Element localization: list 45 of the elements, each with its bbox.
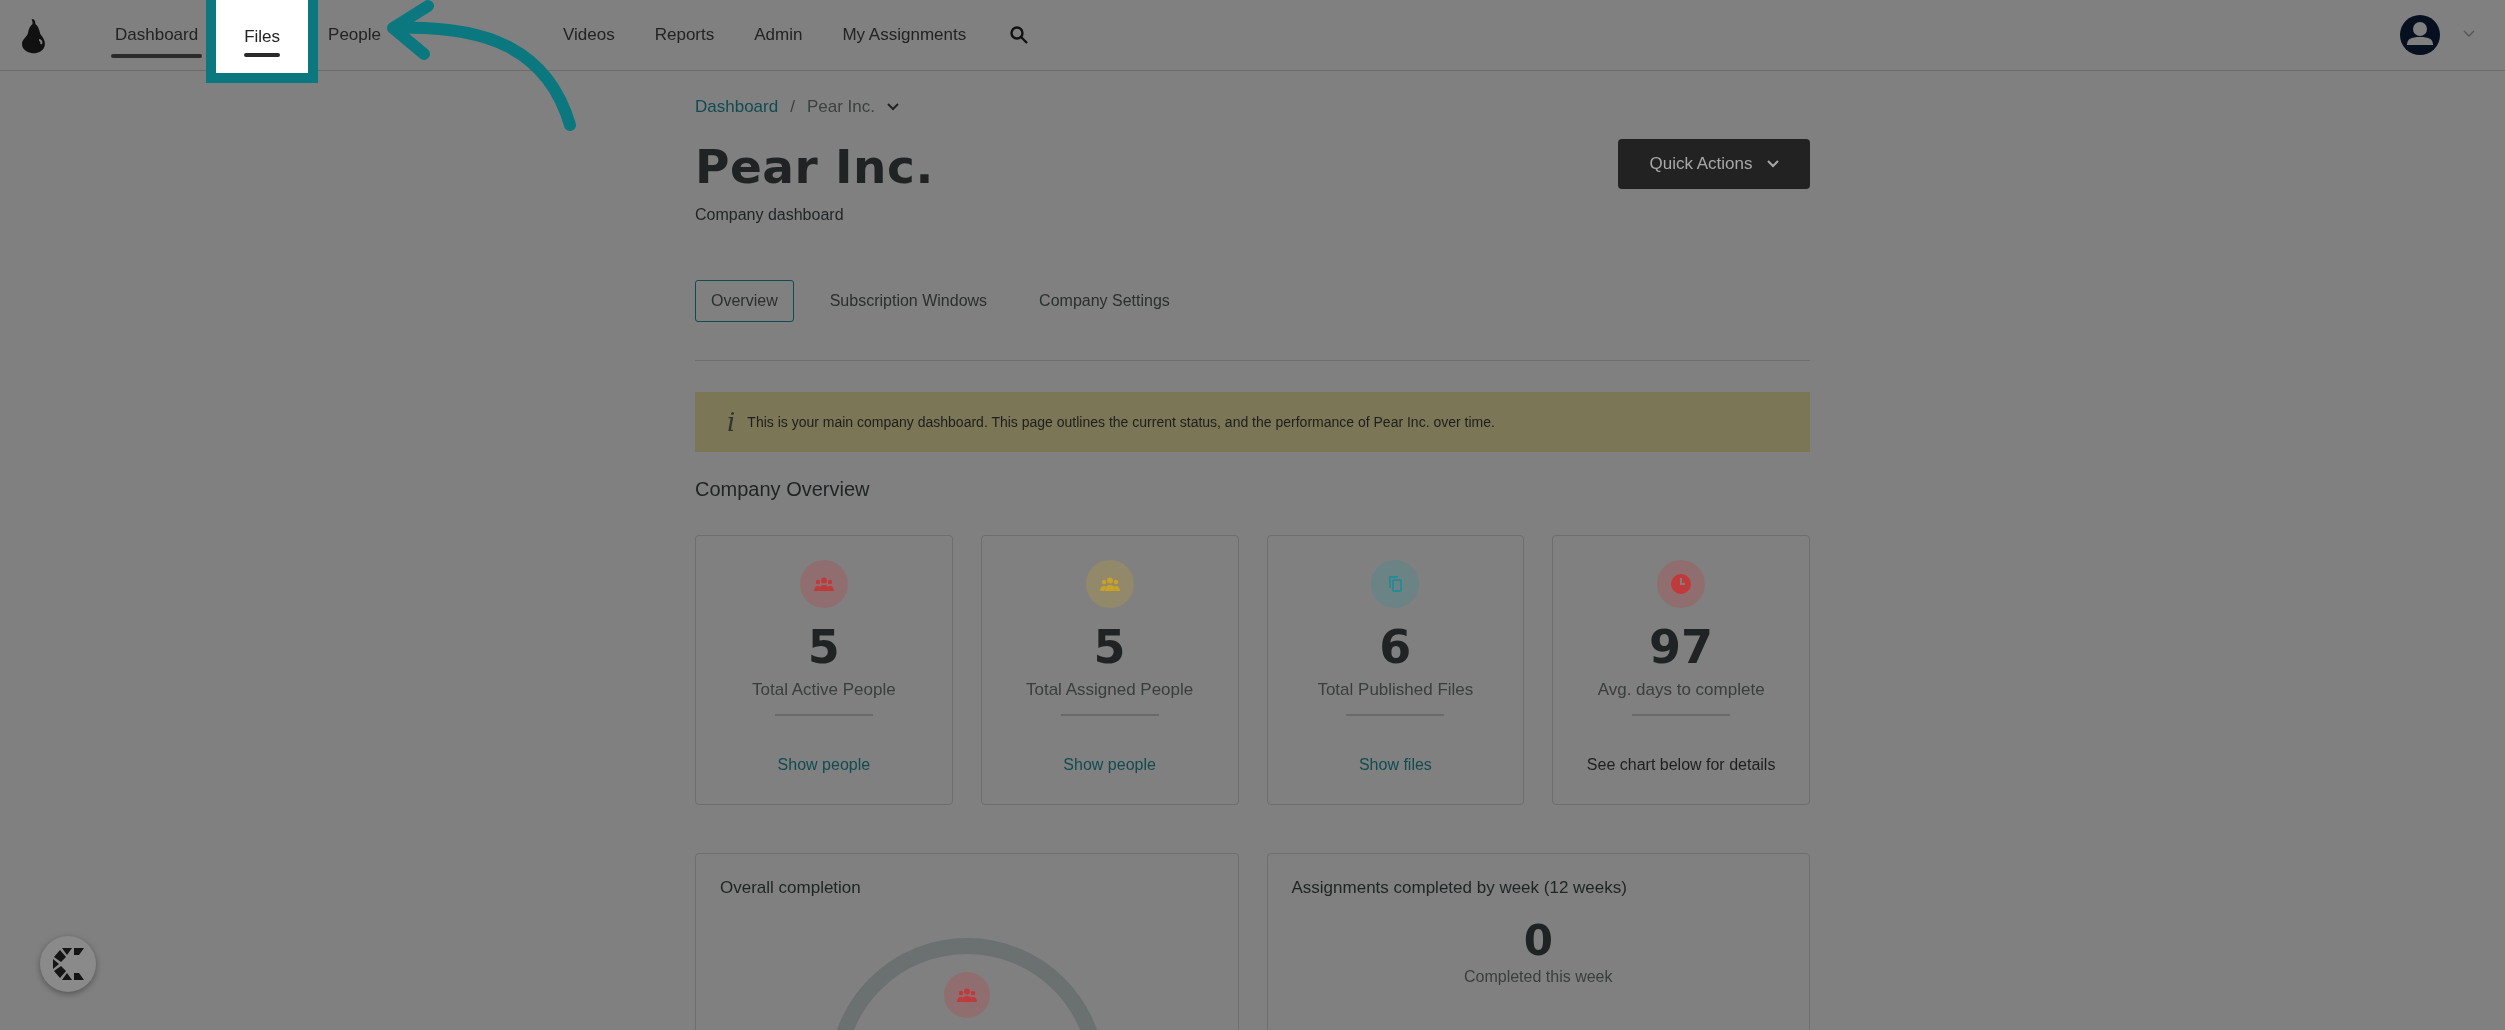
c-logo-icon xyxy=(50,946,86,982)
page-title: Pear Inc. xyxy=(695,139,934,194)
show-link[interactable]: Show files xyxy=(1358,756,1432,774)
stat-label: Completed this week xyxy=(1464,968,1613,986)
nav-link[interactable]: People xyxy=(328,0,381,70)
chevron-down-icon xyxy=(1766,160,1779,168)
info-icon: i xyxy=(727,407,736,437)
nav-link[interactable]: Admin xyxy=(754,0,803,70)
page-subtitle: Company dashboard xyxy=(695,206,845,224)
nav-link[interactable]: My Assignments xyxy=(842,0,967,70)
people-icon xyxy=(956,988,977,1002)
stat-value: 0 xyxy=(1523,920,1553,962)
nav-link[interactable]: Reports xyxy=(654,0,715,70)
nav-link[interactable]: Videos xyxy=(563,0,615,70)
info-text: This is your main company dashboard. This page outlines the current status, and the performance of Pear Inc. over time. xyxy=(747,414,1495,430)
stat-label: Total Published Files xyxy=(1317,680,1474,700)
chevron-down-icon[interactable] xyxy=(886,103,899,111)
tab[interactable]: Company Settings xyxy=(1023,280,1186,322)
show-link[interactable]: Show people xyxy=(1063,756,1156,774)
search-icon[interactable] xyxy=(1010,26,1029,44)
tab[interactable]: Subscription Windows xyxy=(813,280,1004,322)
stat-value: 5 xyxy=(1093,624,1126,670)
section-title: Company Overview xyxy=(695,478,871,501)
stat-value: 6 xyxy=(1379,624,1412,670)
stat-value: 5 xyxy=(807,624,840,670)
people-icon xyxy=(813,577,834,591)
show-link[interactable]: Show people xyxy=(777,756,871,774)
avatar-icon[interactable] xyxy=(2400,15,2440,55)
stat-note: See chart below for details xyxy=(1586,756,1776,774)
stat-value: 97 xyxy=(1649,624,1714,670)
stat-label: Avg. days to complete xyxy=(1597,680,1765,700)
breadcrumb-link[interactable]: Dashboard xyxy=(695,97,779,117)
card-title: Assignments completed by week (12 weeks) xyxy=(1291,878,1627,898)
breadcrumb-current: Pear Inc. xyxy=(806,97,875,117)
copy-icon xyxy=(1387,575,1404,593)
quick-actions-button[interactable]: Quick Actions xyxy=(1618,139,1810,189)
clock-icon xyxy=(1671,574,1692,594)
stat-label: Total Assigned People xyxy=(1025,680,1194,700)
stat-label: Total Active People xyxy=(752,680,896,700)
help-launcher-button[interactable] xyxy=(40,936,96,992)
card-title: Overall completion xyxy=(720,878,861,898)
people-icon xyxy=(1099,577,1120,591)
breadcrumb-separator: / xyxy=(790,97,795,117)
tab[interactable]: Overview xyxy=(695,280,794,322)
nav-link[interactable]: Files xyxy=(206,0,319,83)
